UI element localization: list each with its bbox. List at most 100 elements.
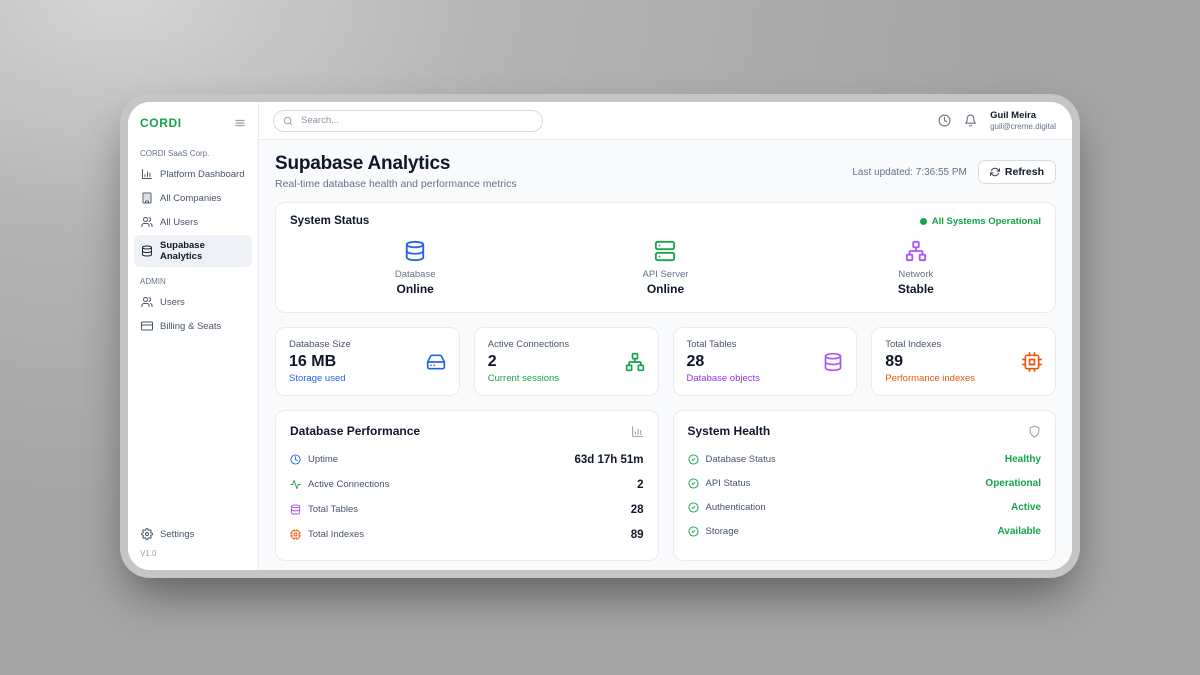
refresh-button[interactable]: Refresh xyxy=(978,160,1056,184)
status-item-label: Database xyxy=(395,269,436,280)
user-email: guil@creme.digital xyxy=(990,122,1056,131)
cpu-icon xyxy=(1022,352,1042,372)
bar-chart-icon xyxy=(141,168,153,180)
health-row-label: API Status xyxy=(706,478,751,489)
sidebar-item-label: Users xyxy=(160,297,185,308)
network-icon xyxy=(625,352,645,372)
perf-row-value: 63d 17h 51m xyxy=(574,454,643,466)
hamburger-menu-icon[interactable] xyxy=(234,117,246,129)
bar-chart-icon xyxy=(631,425,644,438)
main-area: Guil Meira guil@creme.digital Supabase A… xyxy=(259,102,1072,570)
sidebar-item-label: All Companies xyxy=(160,193,221,204)
health-row-storage: Storage Available xyxy=(688,519,1042,543)
clock-icon[interactable] xyxy=(938,114,951,127)
status-item-database: Database Online xyxy=(290,240,540,296)
status-badge: All Systems Operational xyxy=(920,216,1041,227)
metric-card-total-tables: Total Tables 28 Database objects xyxy=(673,327,858,396)
search-icon xyxy=(283,116,293,126)
activity-icon xyxy=(290,479,301,490)
refresh-label: Refresh xyxy=(1005,166,1044,178)
sidebar-item-settings[interactable]: Settings xyxy=(134,523,252,545)
panels-row: Database Performance Uptime 63d 17h 51 xyxy=(275,410,1056,561)
topbar: Guil Meira guil@creme.digital xyxy=(259,102,1072,140)
user-info[interactable]: Guil Meira guil@creme.digital xyxy=(990,110,1056,131)
health-row-database-status: Database Status Healthy xyxy=(688,447,1042,471)
page-title: Supabase Analytics xyxy=(275,153,517,175)
system-health-panel: System Health Database Status Healthy xyxy=(673,410,1057,561)
metrics-row: Database Size 16 MB Storage used Active … xyxy=(275,327,1056,396)
credit-card-icon xyxy=(141,320,153,332)
sidebar-item-all-users[interactable]: All Users xyxy=(134,211,252,233)
sidebar-item-billing-seats[interactable]: Billing & Seats xyxy=(134,315,252,337)
metric-card-database-size: Database Size 16 MB Storage used xyxy=(275,327,460,396)
database-icon xyxy=(823,352,843,372)
sidebar-item-platform-dashboard[interactable]: Platform Dashboard xyxy=(134,163,252,185)
app-window: CORDI CORDI SaaS Corp. Platform Dashboar… xyxy=(128,102,1072,570)
users-icon xyxy=(141,296,153,308)
perf-row-value: 2 xyxy=(637,479,643,491)
status-dot xyxy=(920,218,927,225)
system-status-card: System Status All Systems Operational Da… xyxy=(275,202,1056,313)
network-icon xyxy=(905,240,927,262)
metric-sublabel: Database objects xyxy=(687,373,760,384)
metric-value: 16 MB xyxy=(289,353,351,371)
status-item-value: Stable xyxy=(898,282,934,296)
page-header: Supabase Analytics Real-time database he… xyxy=(275,153,1056,190)
check-circle-icon xyxy=(688,454,699,465)
check-circle-icon xyxy=(688,478,699,489)
health-row-api-status: API Status Operational xyxy=(688,471,1042,495)
status-item-value: Online xyxy=(396,282,433,296)
org-label: CORDI SaaS Corp. xyxy=(128,140,258,162)
metric-value: 28 xyxy=(687,353,760,371)
app-logo: CORDI xyxy=(140,116,182,130)
metric-label: Active Connections xyxy=(488,339,569,350)
refresh-icon xyxy=(990,167,1000,177)
perf-row-value: 89 xyxy=(631,529,644,541)
health-row-value: Operational xyxy=(985,478,1041,489)
sidebar-item-users[interactable]: Users xyxy=(134,291,252,313)
page-content: Supabase Analytics Real-time database he… xyxy=(259,140,1072,570)
sidebar-item-label: Settings xyxy=(160,529,194,540)
health-row-label: Database Status xyxy=(706,454,776,465)
perf-row-total-tables: Total Tables 28 xyxy=(290,497,644,522)
perf-row-label: Total Indexes xyxy=(308,529,364,540)
check-circle-icon xyxy=(688,502,699,513)
sidebar-item-all-companies[interactable]: All Companies xyxy=(134,187,252,209)
perf-row-active-connections: Active Connections 2 xyxy=(290,472,644,497)
health-row-value: Healthy xyxy=(1005,454,1041,465)
health-row-authentication: Authentication Active xyxy=(688,495,1042,519)
health-row-label: Authentication xyxy=(706,502,766,513)
topbar-right: Guil Meira guil@creme.digital xyxy=(938,110,1056,131)
status-item-network: Network Stable xyxy=(791,240,1041,296)
check-circle-icon xyxy=(688,526,699,537)
search-box[interactable] xyxy=(273,110,543,132)
status-item-label: Network xyxy=(898,269,933,280)
system-status-title: System Status xyxy=(290,215,369,227)
metric-card-active-connections: Active Connections 2 Current sessions xyxy=(474,327,659,396)
sidebar-item-label: Supabase Analytics xyxy=(160,240,245,262)
panel-title: Database Performance xyxy=(290,424,420,438)
perf-row-uptime: Uptime 63d 17h 51m xyxy=(290,447,644,472)
status-item-label: API Server xyxy=(643,269,689,280)
health-row-label: Storage xyxy=(706,526,739,537)
cpu-icon xyxy=(290,529,301,540)
perf-row-total-indexes: Total Indexes 89 xyxy=(290,522,644,547)
health-row-value: Available xyxy=(997,526,1041,537)
bell-icon[interactable] xyxy=(964,114,977,127)
sidebar: CORDI CORDI SaaS Corp. Platform Dashboar… xyxy=(128,102,259,570)
metric-label: Total Indexes xyxy=(885,339,975,350)
sidebar-item-label: Platform Dashboard xyxy=(160,169,244,180)
status-badge-label: All Systems Operational xyxy=(932,216,1041,227)
database-icon xyxy=(141,245,153,257)
metric-card-total-indexes: Total Indexes 89 Performance indexes xyxy=(871,327,1056,396)
metric-sublabel: Storage used xyxy=(289,373,351,384)
gear-icon xyxy=(141,528,153,540)
search-input[interactable] xyxy=(299,114,533,127)
database-icon xyxy=(404,240,426,262)
admin-section-label: ADMIN xyxy=(128,268,258,290)
server-icon xyxy=(654,240,676,262)
metric-value: 2 xyxy=(488,353,569,371)
metric-sublabel: Current sessions xyxy=(488,373,569,384)
sidebar-item-supabase-analytics[interactable]: Supabase Analytics xyxy=(134,235,252,267)
sidebar-header: CORDI xyxy=(128,102,258,140)
